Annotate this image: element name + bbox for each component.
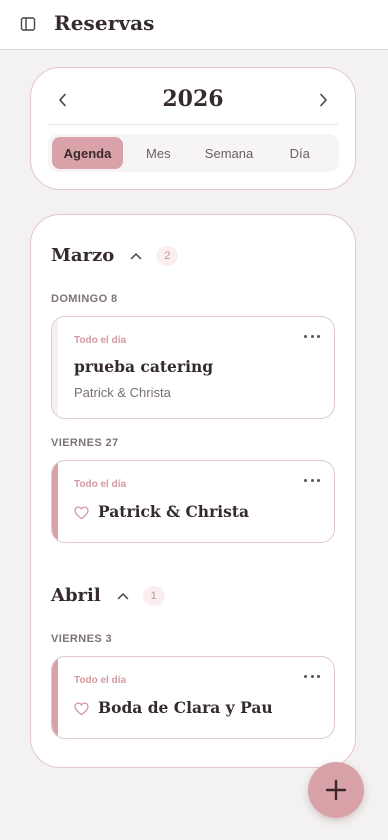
chevron-right-icon: [320, 93, 327, 107]
agenda-list-card: Marzo 2 DOMINGO 8 Todo el día prueba cat…: [30, 214, 356, 768]
month-event-count: 1: [142, 585, 165, 606]
next-year-button[interactable]: [313, 90, 333, 110]
month-header: Marzo 2: [51, 245, 179, 266]
heart-icon: [74, 506, 89, 520]
more-horizontal-icon[interactable]: [304, 475, 320, 485]
event-card[interactable]: Todo el día prueba catering Patrick & Ch…: [51, 316, 335, 419]
tab-semana[interactable]: Semana: [194, 137, 265, 169]
event-time: Todo el día: [74, 479, 127, 490]
divider: [48, 124, 338, 125]
event-subtitle: Patrick & Christa: [74, 385, 171, 400]
month-name: Abril: [51, 585, 101, 606]
sidebar-toggle-icon[interactable]: [20, 16, 36, 32]
more-horizontal-icon[interactable]: [304, 331, 320, 341]
event-card[interactable]: Todo el día Patrick & Christa: [51, 460, 335, 543]
chevron-up-icon: [131, 252, 142, 259]
day-label: VIERNES 27: [51, 437, 119, 449]
event-time: Todo el día: [74, 335, 127, 346]
collapse-month-button[interactable]: [117, 589, 131, 603]
collapse-month-button[interactable]: [130, 249, 144, 263]
more-horizontal-icon[interactable]: [304, 671, 320, 681]
top-bar: Reservas: [0, 0, 388, 50]
add-reservation-button[interactable]: [308, 762, 364, 818]
event-title: Patrick & Christa: [98, 502, 250, 521]
event-time: Todo el día: [74, 675, 127, 686]
tab-mes[interactable]: Mes: [123, 137, 194, 169]
calendar-header-card: 2026 Agenda Mes Semana Día: [30, 67, 356, 190]
year-label: 2026: [162, 86, 224, 112]
event-title: prueba catering: [74, 357, 214, 376]
tab-agenda[interactable]: Agenda: [52, 137, 123, 169]
month-event-count: 2: [156, 245, 179, 266]
plus-icon: [325, 779, 347, 801]
month-header: Abril 1: [51, 585, 165, 606]
day-label: DOMINGO 8: [51, 293, 118, 305]
heart-icon: [74, 702, 89, 716]
view-tabs: Agenda Mes Semana Día: [48, 134, 339, 172]
event-title: Boda de Clara y Pau: [98, 698, 273, 717]
tab-dia[interactable]: Día: [264, 137, 335, 169]
day-label: VIERNES 3: [51, 633, 113, 645]
month-name: Marzo: [51, 245, 115, 266]
app-title: Reservas: [54, 11, 155, 35]
event-card[interactable]: Todo el día Boda de Clara y Pau: [51, 656, 335, 739]
chevron-up-icon: [117, 592, 128, 599]
